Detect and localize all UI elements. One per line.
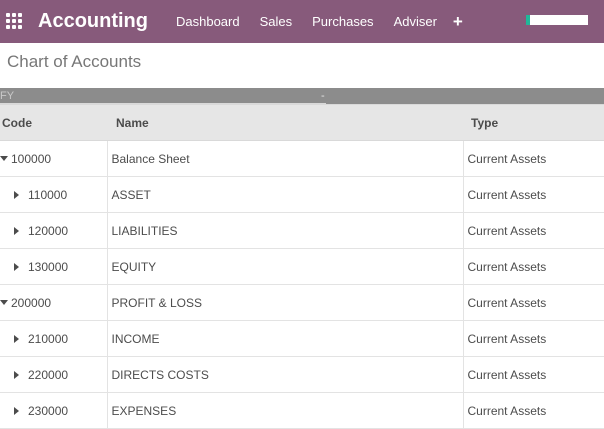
caret-down-icon[interactable]: [0, 300, 8, 305]
account-code: 200000: [11, 295, 52, 310]
menu-sales[interactable]: Sales: [260, 14, 293, 29]
menu-dashboard[interactable]: Dashboard: [176, 14, 240, 29]
app-title: Accounting: [38, 10, 148, 32]
caret-right-icon[interactable]: [14, 406, 19, 415]
account-type: Current Assets: [462, 320, 604, 357]
account-type: Current Assets: [462, 176, 604, 213]
caret-right-icon[interactable]: [14, 334, 19, 343]
account-code: 110000: [28, 187, 68, 202]
account-code: 220000: [28, 367, 69, 382]
table-row[interactable]: 130000 EQUITY Current Assets: [0, 248, 604, 285]
table-row[interactable]: 120000 LIABILITIES Current Assets: [0, 212, 604, 249]
account-name: Balance Sheet: [106, 140, 463, 177]
caret-right-icon[interactable]: [14, 226, 19, 235]
account-name: LIABILITIES: [106, 212, 463, 249]
navbar-search-field[interactable]: [526, 15, 588, 25]
top-navbar: Accounting Dashboard Sales Purchases Adv…: [0, 0, 604, 43]
account-type: Current Assets: [462, 212, 604, 249]
account-name: INCOME: [106, 320, 463, 357]
account-name: ASSET: [106, 176, 463, 213]
account-name: PROFIT & LOSS: [106, 284, 463, 321]
account-name: DIRECTS COSTS: [106, 356, 463, 393]
table-row[interactable]: 100000 Balance Sheet Current Assets: [0, 140, 604, 177]
account-code: 230000: [28, 403, 69, 418]
account-code: 210000: [28, 331, 69, 346]
column-header-type[interactable]: Type: [463, 105, 604, 141]
account-type: Current Assets: [462, 140, 604, 177]
account-code: 120000: [28, 223, 69, 238]
account-type: Current Assets: [462, 392, 604, 429]
filter-bar[interactable]: FY -: [0, 88, 604, 105]
table-row[interactable]: 200000 PROFIT & LOSS Current Assets: [0, 284, 604, 321]
caret-right-icon[interactable]: [14, 262, 19, 271]
column-header-code[interactable]: Code: [0, 105, 107, 141]
caret-down-icon[interactable]: [0, 156, 8, 161]
apps-grid-icon[interactable]: [6, 12, 24, 31]
menu-purchases[interactable]: Purchases: [312, 14, 373, 29]
table-row[interactable]: 220000 DIRECTS COSTS Current Assets: [0, 356, 604, 393]
accounts-table: Code Name Type 100000 Balance Sheet Curr…: [0, 105, 604, 429]
table-row[interactable]: 230000 EXPENSES Current Assets: [0, 392, 604, 429]
table-row[interactable]: 110000 ASSET Current Assets: [0, 176, 604, 213]
table-row[interactable]: 210000 INCOME Current Assets: [0, 320, 604, 357]
account-code: 130000: [28, 259, 69, 274]
add-menu-icon[interactable]: +: [453, 12, 463, 32]
page-title: Chart of Accounts: [7, 52, 142, 71]
account-type: Current Assets: [462, 356, 604, 393]
account-type: Current Assets: [462, 248, 604, 285]
filter-underline: [0, 103, 326, 104]
caret-right-icon[interactable]: [14, 190, 19, 199]
account-name: EXPENSES: [106, 392, 463, 429]
caret-right-icon[interactable]: [14, 370, 19, 379]
column-header-name[interactable]: Name: [107, 105, 463, 141]
menu-adviser[interactable]: Adviser: [394, 14, 437, 29]
table-header-row: Code Name Type: [0, 105, 604, 141]
account-type: Current Assets: [462, 284, 604, 321]
account-code: 100000: [11, 151, 52, 166]
account-name: EQUITY: [106, 248, 463, 285]
